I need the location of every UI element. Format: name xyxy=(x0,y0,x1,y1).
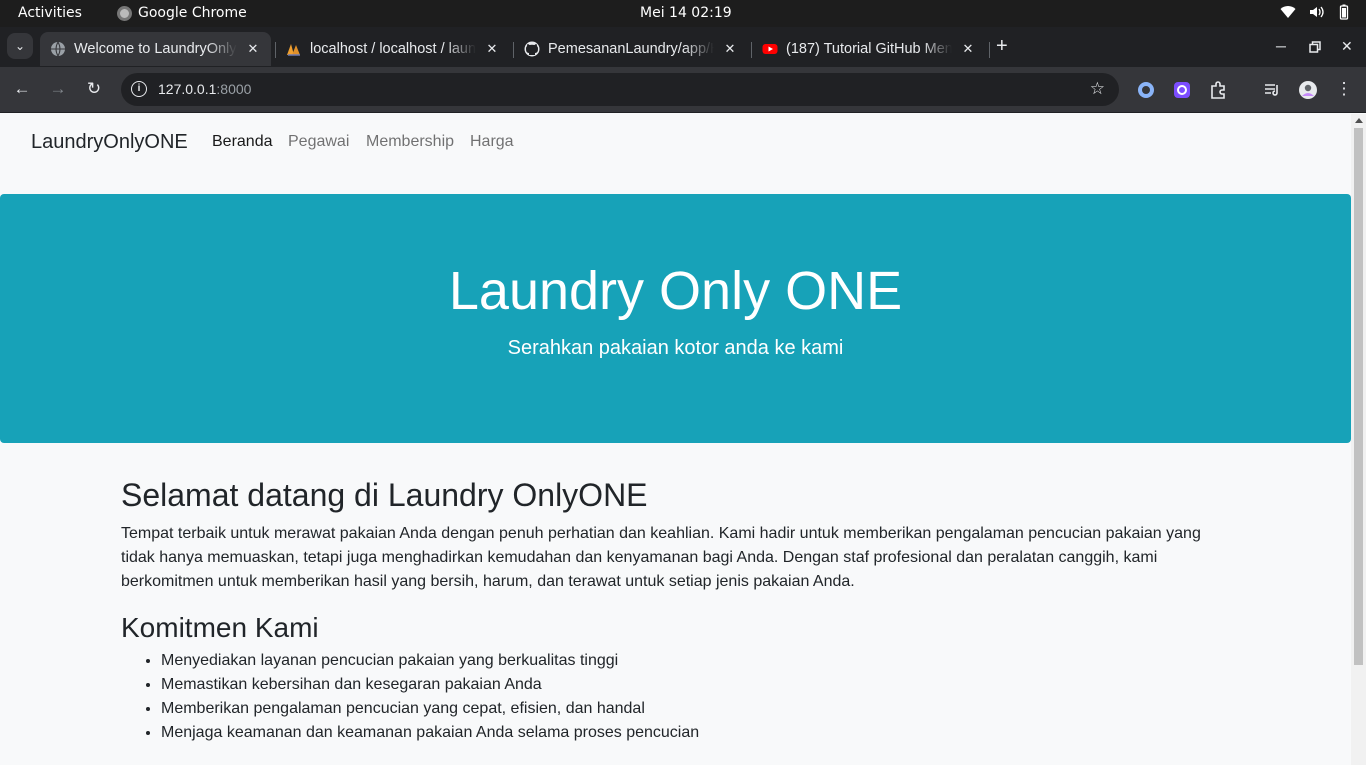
wifi-icon xyxy=(1280,6,1296,18)
tab-youtube[interactable]: (187) Tutorial GitHub Menggunakan ✕ xyxy=(752,32,986,66)
youtube-icon xyxy=(762,44,778,54)
extension-icon[interactable] xyxy=(1172,80,1192,100)
welcome-heading: Selamat datang di Laundry OnlyONE xyxy=(121,477,648,513)
tab-search-button[interactable]: ⌄ xyxy=(7,33,33,59)
page-scrollbar[interactable] xyxy=(1351,114,1366,765)
clock[interactable]: Mei 14 02:19 xyxy=(640,5,732,21)
commitment-list: Menyediakan layanan pencucian pakaian ya… xyxy=(121,649,1221,745)
hero-title: Laundry Only ONE xyxy=(448,261,903,321)
tab-welcome[interactable]: Welcome to LaundryOnlyONE ✕ xyxy=(40,32,271,66)
minimize-window-button[interactable]: ─ xyxy=(1276,38,1286,54)
reload-button[interactable]: ↻ xyxy=(83,79,105,99)
main-content: Selamat datang di Laundry OnlyONE Tempat… xyxy=(121,476,1221,745)
close-tab-icon[interactable]: ✕ xyxy=(960,41,976,57)
hero-subtitle: Serahkan pakaian kotor anda ke kami xyxy=(507,337,844,359)
url-port: :8000 xyxy=(216,81,252,97)
bookmark-star-icon[interactable]: ☆ xyxy=(1090,79,1105,99)
close-tab-icon[interactable]: ✕ xyxy=(245,41,261,57)
nav-link-beranda[interactable]: Beranda xyxy=(212,133,273,151)
browser-toolbar: ← → ↻ i 127.0.0.1:8000 ☆ ⋮ xyxy=(0,67,1366,113)
profile-avatar-icon[interactable] xyxy=(1298,80,1318,100)
tab-title: PemesananLaundry/app/Http xyxy=(548,41,714,57)
hero-banner: Laundry Only ONE Serahkan pakaian kotor … xyxy=(0,194,1351,443)
page-content: LaundryOnlyONE Beranda Pegawai Membershi… xyxy=(0,114,1351,765)
list-item: Menyediakan layanan pencucian pakaian ya… xyxy=(161,649,1221,673)
close-window-button[interactable]: ✕ xyxy=(1341,38,1353,55)
system-top-bar: Activities Google Chrome Mei 14 02:19 xyxy=(0,0,1366,27)
nav-link-membership[interactable]: Membership xyxy=(366,133,454,151)
tab-github[interactable]: PemesananLaundry/app/Http ✕ xyxy=(514,32,748,66)
site-navbar: LaundryOnlyONE Beranda Pegawai Membershi… xyxy=(0,114,1351,170)
close-tab-icon[interactable]: ✕ xyxy=(484,41,500,57)
tab-strip: ⌄ Welcome to LaundryOnlyONE ✕ localhost … xyxy=(0,27,1366,67)
tab-title: Welcome to LaundryOnlyONE xyxy=(74,41,237,57)
nav-link-pegawai[interactable]: Pegawai xyxy=(288,133,349,151)
back-button[interactable]: ← xyxy=(11,79,33,99)
activities-button[interactable]: Activities xyxy=(18,5,82,21)
media-control-icon[interactable] xyxy=(1262,80,1282,100)
scroll-up-arrow-icon[interactable] xyxy=(1355,118,1363,123)
close-tab-icon[interactable]: ✕ xyxy=(722,41,738,57)
forward-button[interactable]: → xyxy=(47,79,69,99)
volume-icon xyxy=(1310,6,1324,18)
welcome-paragraph: Tempat terbaik untuk merawat pakaian And… xyxy=(121,525,1201,591)
chrome-menu-icon[interactable]: ⋮ xyxy=(1333,79,1355,99)
phpmyadmin-icon xyxy=(287,44,300,56)
github-icon xyxy=(524,41,540,57)
extension-icon[interactable] xyxy=(1136,80,1156,100)
app-name: Google Chrome xyxy=(138,5,247,21)
app-menu[interactable]: Google Chrome xyxy=(117,5,247,21)
extensions-puzzle-icon[interactable] xyxy=(1208,80,1228,100)
site-brand[interactable]: LaundryOnlyONE xyxy=(31,131,188,154)
commitment-heading: Komitmen Kami xyxy=(121,612,319,644)
scrollbar-thumb[interactable] xyxy=(1354,128,1363,665)
site-info-icon[interactable]: i xyxy=(131,81,147,97)
list-item: Memberikan pengalaman pencucian yang cep… xyxy=(161,697,1221,721)
tab-title: localhost / localhost / laundry xyxy=(310,41,476,57)
tab-phpmyadmin[interactable]: localhost / localhost / laundry ✕ xyxy=(276,32,510,66)
nav-link-harga[interactable]: Harga xyxy=(470,133,514,151)
url-text[interactable]: 127.0.0.1:8000 xyxy=(158,81,251,97)
list-item: Memastikan kebersihan dan kesegaran paka… xyxy=(161,673,1221,697)
chrome-icon xyxy=(117,5,132,21)
restore-window-button[interactable] xyxy=(1309,41,1321,53)
tab-separator xyxy=(989,42,990,58)
battery-icon xyxy=(1339,4,1349,20)
address-bar[interactable]: i 127.0.0.1:8000 ☆ xyxy=(121,73,1119,106)
system-tray[interactable] xyxy=(1280,4,1352,20)
globe-icon xyxy=(51,41,65,57)
url-host: 127.0.0.1 xyxy=(158,81,217,97)
new-tab-button[interactable]: + xyxy=(996,35,1008,58)
tab-title: (187) Tutorial GitHub Menggunakan xyxy=(786,41,952,57)
list-item: Menjaga keamanan dan keamanan pakaian An… xyxy=(161,721,1221,745)
